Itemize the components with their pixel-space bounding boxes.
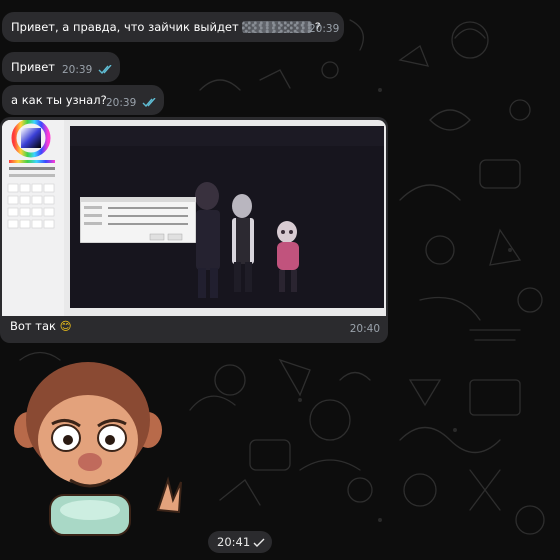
message-text: Привет, а правда, что зайчик выйдет — [11, 20, 239, 34]
incoming-message[interactable]: Привет, а правда, что зайчик выйдет? 20:… — [2, 12, 344, 42]
photo-caption: Вот так 😊 — [10, 319, 72, 333]
caption-text: Вот так — [10, 319, 56, 333]
spoiler-blur[interactable] — [241, 21, 312, 33]
read-checkmark-icon — [253, 538, 265, 547]
message-time: 20:39 — [106, 97, 137, 109]
message-text: Привет — [11, 60, 55, 74]
smile-emoji-icon: 😊 — [59, 319, 72, 333]
message-time: 20:41 — [217, 535, 251, 549]
message-time: 20:39 — [309, 23, 340, 35]
outgoing-message[interactable]: Привет 20:39 — [2, 52, 120, 82]
color-panel — [2, 120, 66, 316]
monkey-sticker[interactable] — [8, 360, 208, 540]
sticker-time-pill: 20:41 — [208, 531, 272, 553]
message-text: а как ты узнал? — [11, 93, 107, 107]
adjust-dialog[interactable] — [80, 197, 196, 243]
read-checkmarks-icon — [98, 65, 112, 74]
read-checkmarks-icon — [142, 98, 156, 107]
message-time: 20:39 — [62, 64, 93, 76]
photo-message[interactable]: Вот так 😊 20:40 — [0, 117, 388, 343]
attached-screenshot[interactable] — [2, 120, 386, 316]
color-wheel-icon — [7, 120, 66, 316]
outgoing-message[interactable]: а как ты узнал? 20:39 — [2, 85, 164, 115]
message-time: 20:40 — [349, 323, 380, 335]
